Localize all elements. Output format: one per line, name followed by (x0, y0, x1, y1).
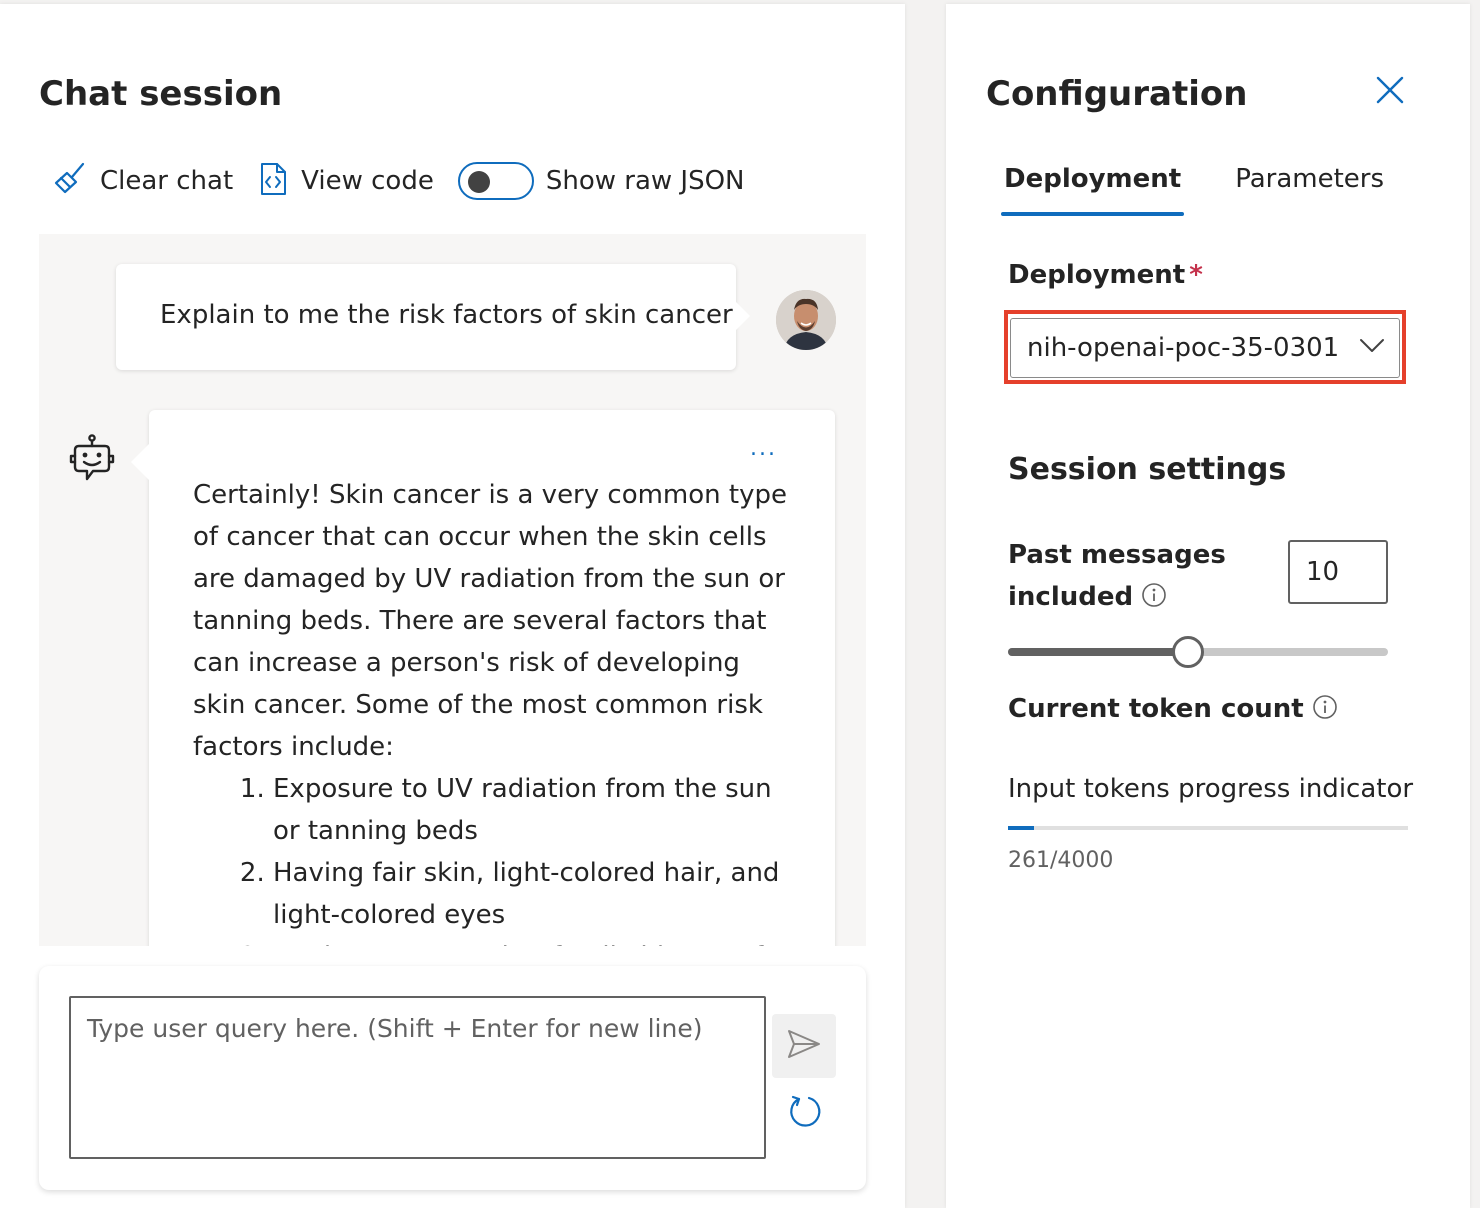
info-icon[interactable] (1312, 694, 1338, 727)
progress-fill (1008, 826, 1034, 830)
message-composer (39, 966, 866, 1190)
info-icon[interactable] (1141, 579, 1167, 621)
past-messages-label-line2: included (1008, 582, 1134, 612)
input-tokens-progress-bar (1008, 826, 1408, 830)
past-messages-slider[interactable] (1008, 634, 1388, 670)
token-count-label-text: Current token count (1008, 694, 1304, 724)
configuration-panel: Configuration Deployment Parameters Depl… (946, 4, 1470, 1208)
slider-fill (1008, 648, 1187, 656)
user-message-text: Explain to me the risk factors of skin c… (160, 300, 733, 330)
required-mark: * (1189, 260, 1203, 290)
close-icon[interactable] (1374, 74, 1406, 106)
list-item: Having fair skin, light-colored hair, an… (273, 852, 793, 936)
send-button[interactable] (772, 1014, 836, 1078)
toggle-knob (467, 171, 490, 193)
token-count-label: Current token count (1008, 694, 1338, 727)
chat-panel: Chat session Clear chat View code Show r… (0, 4, 905, 1208)
code-file-icon (257, 161, 289, 201)
send-icon (787, 1029, 821, 1063)
conversation-area[interactable]: Explain to me the risk factors of skin c… (39, 234, 866, 946)
user-message-bubble: Explain to me the risk factors of skin c… (116, 264, 750, 370)
deployment-value: nih-openai-poc-35-0301 (1027, 333, 1340, 363)
more-options-button[interactable]: ... (750, 436, 777, 461)
slider-thumb[interactable] (1171, 636, 1204, 668)
chevron-down-icon (1359, 338, 1385, 358)
raw-json-toggle[interactable] (457, 162, 534, 200)
view-code-button[interactable]: View code (257, 161, 434, 201)
configuration-title: Configuration (986, 74, 1248, 114)
bot-icon (69, 434, 115, 490)
clear-chat-button[interactable]: Clear chat (52, 161, 233, 201)
tab-parameters[interactable]: Parameters (1235, 164, 1384, 216)
input-tokens-progress-label: Input tokens progress indicator (1008, 774, 1414, 804)
view-code-label: View code (301, 166, 434, 196)
deployment-label-text: Deployment (1008, 260, 1186, 290)
raw-json-label: Show raw JSON (545, 166, 745, 196)
user-avatar (776, 290, 836, 350)
user-query-input[interactable] (69, 996, 766, 1159)
broom-icon (52, 161, 88, 201)
token-count-value: 261/4000 (1008, 848, 1114, 873)
past-messages-label-line1: Past messages (1008, 540, 1226, 570)
chat-toolbar: Clear chat View code Show raw JSON (52, 158, 745, 204)
assistant-message-text: Certainly! Skin cancer is a very common … (193, 474, 793, 946)
deployment-dropdown[interactable]: nih-openai-poc-35-0301 (1010, 318, 1400, 378)
list-item: Exposure to UV radiation from the sun or… (273, 768, 793, 852)
assistant-intro-text: Certainly! Skin cancer is a very common … (193, 480, 787, 762)
chat-session-title: Chat session (39, 74, 283, 114)
config-tabs: Deployment Parameters (1000, 164, 1438, 216)
past-messages-input[interactable] (1288, 540, 1388, 604)
deployment-label: Deployment * (1008, 260, 1203, 290)
tab-deployment[interactable]: Deployment (1000, 164, 1185, 216)
regenerate-icon[interactable] (787, 1093, 823, 1129)
risk-factors-list: Exposure to UV radiation from the sun or… (193, 768, 793, 946)
assistant-message-bubble: ... Certainly! Skin cancer is a very com… (131, 410, 835, 946)
clear-chat-label: Clear chat (100, 166, 234, 196)
session-settings-title: Session settings (1008, 452, 1287, 487)
past-messages-label: Past messages included (1008, 534, 1226, 621)
list-item: Having a personal or family history of s… (273, 936, 793, 946)
